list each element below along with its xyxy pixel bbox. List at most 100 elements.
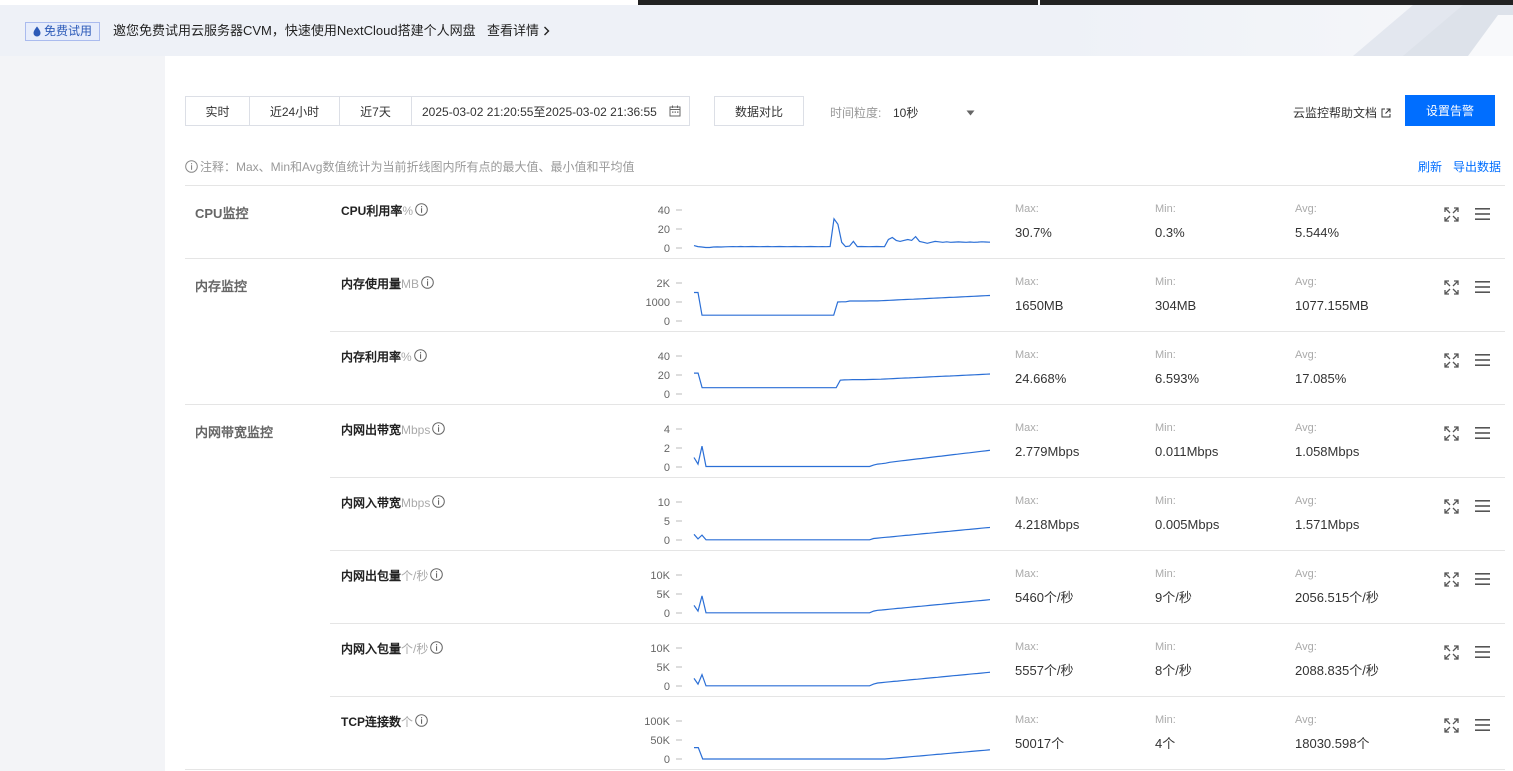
- stat-label: Min:: [1155, 495, 1176, 507]
- metric-unit: MB: [401, 276, 420, 291]
- y-tick-label: 40: [658, 205, 670, 217]
- stat-value: 6.593%: [1155, 371, 1200, 386]
- metric-title: 内存利用率%: [341, 348, 427, 365]
- menu-icon[interactable]: [1475, 207, 1490, 224]
- metric-chart[interactable]: 4 2 0: [480, 405, 990, 478]
- fullscreen-icon[interactable]: [1444, 572, 1459, 590]
- metric-chart[interactable]: 40 20 0: [480, 186, 990, 259]
- stat-label: Min:: [1155, 641, 1176, 653]
- info-icon[interactable]: [415, 713, 428, 730]
- metric-name: 内网出带宽: [341, 423, 402, 437]
- set-alarm-button[interactable]: 设置告警: [1405, 95, 1495, 126]
- fullscreen-icon[interactable]: [1444, 499, 1459, 517]
- fullscreen-icon[interactable]: [1444, 353, 1459, 371]
- stat-label: Max:: [1015, 495, 1039, 507]
- metric-chart[interactable]: 40 20 0: [480, 332, 990, 405]
- metric-chart[interactable]: 10K 5K 0: [480, 551, 990, 624]
- metric-title: 内网出带宽 Mbps: [341, 421, 446, 438]
- stat-label: Max:: [1015, 276, 1039, 288]
- stat-label: Max:: [1015, 422, 1039, 434]
- stat-avg: Avg: 1077.155MB: [1295, 275, 1369, 315]
- info-icon[interactable]: [432, 421, 446, 438]
- y-tick-label: 0: [664, 681, 670, 693]
- info-icon[interactable]: [421, 275, 434, 292]
- stat-avg: Avg: 17.085%: [1295, 348, 1346, 388]
- metric-unit: %: [401, 349, 412, 364]
- free-trial-label: 免费试用: [44, 24, 93, 38]
- stat-label: Avg:: [1295, 641, 1317, 653]
- stat-min: Min: 8个/秒: [1155, 640, 1192, 680]
- stat-max: Max: 5557个/秒: [1015, 640, 1074, 680]
- info-icon[interactable]: [413, 348, 427, 365]
- tab-24h[interactable]: 近24小时: [250, 96, 340, 126]
- stat-label: Avg:: [1295, 276, 1317, 288]
- tab-realtime[interactable]: 实时: [185, 96, 250, 126]
- menu-icon[interactable]: [1475, 426, 1490, 443]
- info-icon[interactable]: [415, 202, 428, 219]
- stat-avg: Avg: 18030.598个: [1295, 713, 1369, 753]
- drop-icon: [33, 26, 41, 37]
- stat-value: 0.3%: [1155, 225, 1185, 240]
- info-icon[interactable]: [432, 494, 446, 511]
- menu-icon[interactable]: [1475, 280, 1490, 297]
- metric-name: TCP连接数: [341, 715, 402, 729]
- banner-detail-link[interactable]: 查看详情: [487, 22, 550, 40]
- y-tick-label: 0: [664, 389, 670, 401]
- menu-icon[interactable]: [1475, 572, 1490, 589]
- help-doc-link[interactable]: 云监控帮助文档: [1293, 104, 1391, 121]
- info-icon[interactable]: [430, 567, 444, 584]
- fullscreen-icon[interactable]: [1444, 645, 1459, 663]
- stat-min: Min: 0.005Mbps: [1155, 494, 1219, 534]
- separator: [185, 769, 1505, 770]
- stat-label: Min:: [1155, 714, 1176, 726]
- metric-name: 内存使用量: [341, 277, 402, 291]
- granularity-value: 10秒: [893, 106, 919, 120]
- promo-banner: 免费试用 邀您免费试用云服务器CVM，快速使用NextCloud搭建个人网盘 查…: [0, 5, 1513, 56]
- export-data-link[interactable]: 导出数据: [1453, 158, 1501, 175]
- y-tick-label: 5K: [657, 589, 671, 601]
- y-tick-label: 40: [658, 351, 670, 363]
- fullscreen-icon[interactable]: [1444, 207, 1459, 225]
- metric-name: CPU利用率: [341, 204, 403, 218]
- y-tick-label: 0: [664, 754, 670, 766]
- fullscreen-icon[interactable]: [1444, 280, 1459, 298]
- stat-label: Avg:: [1295, 495, 1317, 507]
- free-trial-badge[interactable]: 免费试用: [25, 22, 101, 41]
- fullscreen-icon[interactable]: [1444, 426, 1459, 444]
- y-tick-label: 2K: [657, 278, 671, 290]
- menu-icon[interactable]: [1475, 353, 1490, 370]
- stat-label: Min:: [1155, 349, 1176, 361]
- stat-value: 4.218Mbps: [1015, 517, 1080, 532]
- external-link-icon: [1381, 108, 1391, 117]
- banner-decoration: [1353, 5, 1513, 56]
- stat-label: Avg:: [1295, 349, 1317, 361]
- date-range-picker[interactable]: 2025-03-02 21:20:55至2025-03-02 21:36:55: [412, 96, 690, 126]
- stat-max: Max: 4.218Mbps: [1015, 494, 1079, 534]
- stat-label: Min:: [1155, 276, 1176, 288]
- stat-max: Max: 50017个: [1015, 713, 1064, 753]
- stat-label: Max:: [1015, 203, 1039, 215]
- granularity-select[interactable]: 10秒: [893, 104, 975, 121]
- menu-icon[interactable]: [1475, 718, 1490, 735]
- metric-chart[interactable]: 10K 5K 0: [480, 624, 990, 697]
- stat-label: Max:: [1015, 568, 1039, 580]
- stat-label: Min:: [1155, 568, 1176, 580]
- metric-chart[interactable]: 2K 1000 0: [480, 259, 990, 332]
- stat-value: 2088.835个/秒: [1295, 663, 1379, 678]
- metric-name: 内网入带宽: [341, 496, 402, 510]
- menu-icon[interactable]: [1475, 645, 1490, 662]
- stat-value: 1077.155MB: [1295, 298, 1369, 313]
- stat-max: Max: 1650MB: [1015, 275, 1063, 315]
- info-icon[interactable]: [430, 640, 444, 657]
- stat-value: 0.005Mbps: [1155, 517, 1220, 532]
- fullscreen-icon[interactable]: [1444, 718, 1459, 736]
- compare-button[interactable]: 数据对比: [714, 96, 804, 126]
- tab-7d[interactable]: 近7天: [340, 96, 412, 126]
- metric-chart[interactable]: 100K 50K 0: [480, 697, 990, 770]
- refresh-link[interactable]: 刷新: [1418, 158, 1442, 175]
- stat-max: Max: 5460个/秒: [1015, 567, 1074, 607]
- menu-icon[interactable]: [1475, 499, 1490, 516]
- stat-label: Max:: [1015, 349, 1039, 361]
- y-tick-label: 50K: [650, 735, 670, 747]
- metric-chart[interactable]: 10 5 0: [480, 478, 990, 551]
